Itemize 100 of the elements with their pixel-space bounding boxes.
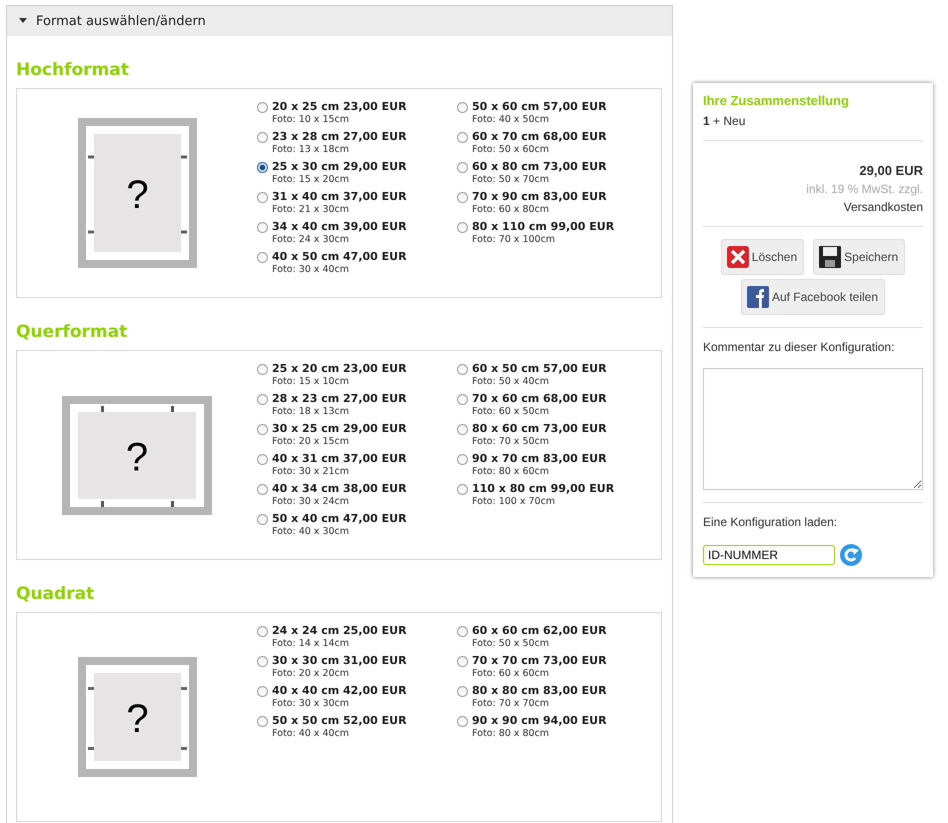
photo-size-text: Foto: 14 x 14cm — [272, 638, 350, 650]
photo-size-text: Foto: 13 x 18cm — [272, 144, 350, 156]
size-price-label: 50 x 50 cm 52,00 EUR — [272, 714, 407, 728]
photo-size-text: Foto: 10 x 15cm — [272, 114, 350, 126]
photo-size-text: Foto: 60 x 80cm — [472, 204, 550, 216]
photo-size-text: Foto: 50 x 70cm — [472, 174, 550, 186]
radio-button[interactable] — [457, 424, 468, 435]
radio-button[interactable] — [457, 162, 468, 173]
facebook-icon — [746, 285, 770, 309]
size-price-label: 40 x 34 cm 38,00 EUR — [272, 482, 407, 496]
size-price-label: 60 x 60 cm 62,00 EUR — [472, 624, 607, 638]
save-button[interactable]: Speichern — [813, 239, 906, 275]
photo-size-text: Foto: 100 x 70cm — [472, 496, 556, 508]
size-price-label: 50 x 60 cm 57,00 EUR — [472, 100, 607, 114]
photo-size-text: Foto: 15 x 20cm — [272, 174, 350, 186]
size-price-label: 25 x 30 cm 29,00 EUR — [272, 160, 407, 174]
size-price-label: 70 x 70 cm 73,00 EUR — [472, 654, 607, 668]
photo-size-text: Foto: 70 x 100cm — [472, 234, 556, 246]
comment-field[interactable] — [703, 368, 923, 490]
radio-button[interactable] — [257, 454, 268, 465]
size-price-label: 90 x 90 cm 94,00 EUR — [472, 714, 607, 728]
radio-button[interactable] — [457, 656, 468, 667]
radio-button[interactable] — [457, 192, 468, 203]
photo-size-text: Foto: 30 x 21cm — [272, 466, 350, 478]
radio-button[interactable] — [257, 514, 268, 525]
size-price-label: 90 x 70 cm 83,00 EUR — [472, 452, 607, 466]
section-heading: Querformat — [16, 322, 128, 342]
section-heading: Hochformat — [16, 60, 130, 80]
radio-button[interactable] — [457, 222, 468, 233]
size-price-label: 40 x 31 cm 37,00 EUR — [272, 452, 407, 466]
id-input-field[interactable]: ID-NUMMER — [703, 545, 835, 565]
radio-button[interactable] — [457, 364, 468, 375]
photo-size-text: Foto: 70 x 70cm — [472, 698, 550, 710]
photo-size-text: Foto: 40 x 40cm — [272, 728, 350, 740]
radio-button[interactable] — [257, 102, 268, 113]
radio-button[interactable] — [457, 626, 468, 637]
photo-size-text: Foto: 18 x 13cm — [272, 406, 350, 418]
radio-button[interactable] — [257, 192, 268, 203]
comment-label: Kommentar zu dieser Konfiguration: — [703, 340, 896, 354]
size-price-label: 28 x 23 cm 27,00 EUR — [272, 392, 407, 406]
size-price-label: 80 x 60 cm 73,00 EUR — [472, 422, 607, 436]
close-icon — [726, 245, 750, 269]
photo-size-text: Foto: 50 x 50cm — [472, 638, 550, 650]
size-price-label: 80 x 80 cm 83,00 EUR — [472, 684, 607, 698]
radio-button[interactable] — [457, 394, 468, 405]
photo-size-text: Foto: 21 x 30cm — [272, 204, 350, 216]
radio-button[interactable] — [257, 424, 268, 435]
size-price-label: 25 x 20 cm 23,00 EUR — [272, 362, 407, 376]
price-text: 29,00 EUR — [858, 163, 923, 178]
radio-button[interactable] — [257, 626, 268, 637]
radio-button[interactable] — [257, 162, 268, 173]
accordion-header[interactable]: Format auswählen/ändern — [7, 6, 672, 36]
size-price-label: 60 x 50 cm 57,00 EUR — [472, 362, 607, 376]
radio-button[interactable] — [257, 656, 268, 667]
radio-button[interactable] — [257, 364, 268, 375]
shipping-text: Versandkosten — [842, 200, 923, 214]
photo-size-text: Foto: 30 x 40cm — [272, 264, 350, 276]
photo-size-text: Foto: 20 x 20cm — [272, 668, 350, 680]
load-label: Eine Konfiguration laden: — [703, 515, 838, 529]
size-price-label: 40 x 50 cm 47,00 EUR — [272, 250, 407, 264]
photo-size-text: Foto: 60 x 60cm — [472, 668, 550, 680]
size-price-label: 20 x 25 cm 23,00 EUR — [272, 100, 407, 114]
radio-button[interactable] — [457, 102, 468, 113]
frame-drawing: ? — [62, 396, 212, 514]
size-price-label: 34 x 40 cm 39,00 EUR — [272, 220, 407, 234]
radio-button[interactable] — [257, 484, 268, 495]
radio-button[interactable] — [457, 484, 468, 495]
photo-size-text: Foto: 15 x 10cm — [272, 376, 350, 388]
photo-size-text: Foto: 30 x 24cm — [272, 496, 350, 508]
photo-size-text: Foto: 50 x 60cm — [472, 144, 550, 156]
photo-size-text: Foto: 50 x 40cm — [472, 376, 550, 388]
photo-size-text: Foto: 24 x 30cm — [272, 234, 350, 246]
radio-button[interactable] — [457, 716, 468, 727]
caret-icon — [19, 18, 27, 24]
radio-button[interactable] — [457, 686, 468, 697]
photo-size-text: Foto: 30 x 30cm — [272, 698, 350, 710]
radio-button[interactable] — [257, 132, 268, 143]
refresh-icon[interactable] — [839, 543, 863, 567]
radio-button[interactable] — [457, 132, 468, 143]
radio-button[interactable] — [257, 222, 268, 233]
size-price-label: 60 x 80 cm 73,00 EUR — [472, 160, 607, 174]
item-count: 1 + Neu — [703, 114, 746, 128]
photo-size-text: Foto: 40 x 50cm — [472, 114, 550, 126]
facebook-button[interactable]: Auf Facebook teilen — [740, 279, 886, 315]
radio-button[interactable] — [257, 252, 268, 263]
size-price-label: 70 x 60 cm 68,00 EUR — [472, 392, 607, 406]
radio-button[interactable] — [257, 686, 268, 697]
size-price-label: 110 x 80 cm 99,00 EUR — [472, 482, 614, 496]
delete-button[interactable]: Löschen — [720, 239, 804, 275]
size-price-label: 40 x 40 cm 42,00 EUR — [272, 684, 407, 698]
size-price-label: 80 x 110 cm 99,00 EUR — [472, 220, 614, 234]
size-price-label: 31 x 40 cm 37,00 EUR — [272, 190, 407, 204]
photo-size-text: Foto: 70 x 50cm — [472, 436, 550, 448]
photo-size-text: Foto: 60 x 50cm — [472, 406, 550, 418]
radio-button[interactable] — [457, 454, 468, 465]
radio-button[interactable] — [257, 394, 268, 405]
tax-note: inkl. 19 % MwSt. zzgl. — [805, 182, 923, 196]
size-price-label: 30 x 25 cm 29,00 EUR — [272, 422, 407, 436]
frame-drawing: ? — [78, 118, 196, 268]
radio-button[interactable] — [257, 716, 268, 727]
